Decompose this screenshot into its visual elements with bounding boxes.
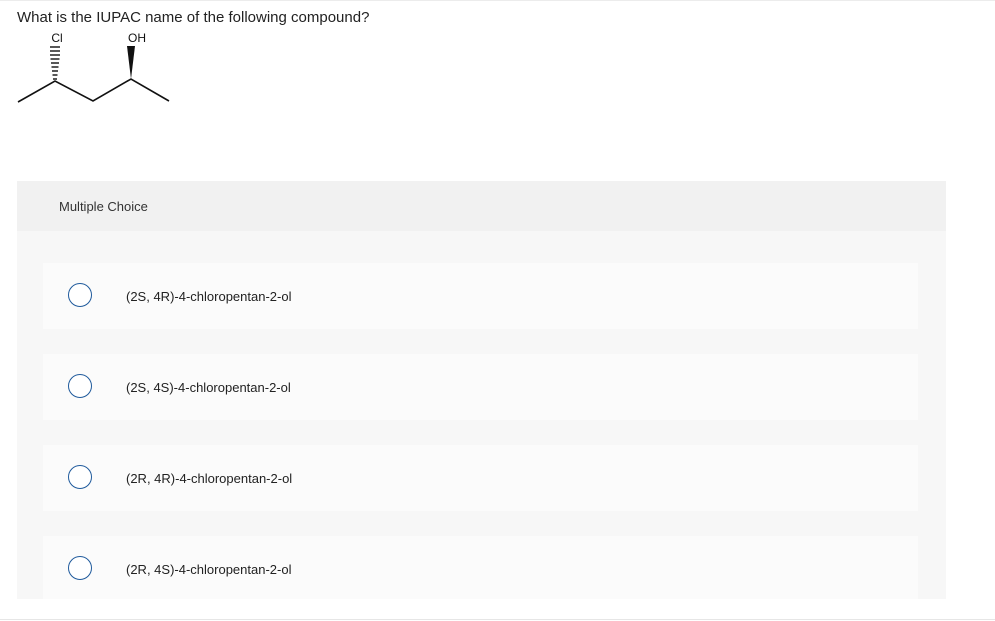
chlorine-label: Cl	[51, 31, 62, 45]
option-label[interactable]: (2S, 4R)-4-chloropentan-2-ol	[126, 289, 291, 304]
hydroxyl-label: OH	[128, 31, 146, 45]
option-2s-4r[interactable]: (2S, 4R)-4-chloropentan-2-ol	[43, 263, 918, 329]
option-2r-4s[interactable]: (2R, 4S)-4-chloropentan-2-ol	[43, 536, 918, 599]
radio-button[interactable]	[68, 556, 92, 580]
bottom-divider	[0, 619, 995, 620]
question-text: What is the IUPAC name of the following …	[17, 9, 370, 26]
question-page: What is the IUPAC name of the following …	[0, 0, 995, 621]
radio-button[interactable]	[68, 374, 92, 398]
carbon-chain	[17, 78, 170, 103]
multiple-choice-panel: Multiple Choice (2S, 4R)-4-chloropentan-…	[17, 181, 946, 599]
option-2r-4r[interactable]: (2R, 4R)-4-chloropentan-2-ol	[43, 445, 918, 511]
option-label[interactable]: (2S, 4S)-4-chloropentan-2-ol	[126, 380, 291, 395]
hashed-wedge-bond	[50, 46, 60, 80]
choice-header-label: Multiple Choice	[59, 199, 148, 214]
option-label[interactable]: (2R, 4S)-4-chloropentan-2-ol	[126, 562, 291, 577]
option-label[interactable]: (2R, 4R)-4-chloropentan-2-ol	[126, 471, 292, 486]
solid-wedge-bond	[127, 46, 135, 79]
radio-button[interactable]	[68, 465, 92, 489]
choice-header: Multiple Choice	[17, 181, 946, 231]
option-2s-4s[interactable]: (2S, 4S)-4-chloropentan-2-ol	[43, 354, 918, 420]
radio-button[interactable]	[68, 283, 92, 307]
chemical-structure: Cl OH	[17, 31, 170, 103]
